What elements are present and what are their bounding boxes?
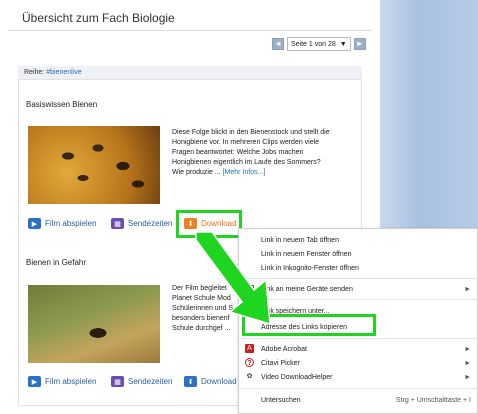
description-tail: Wie produzie ... [172, 169, 221, 176]
calendar-icon: ▦ [111, 218, 124, 229]
menu-item-label: Adobe Acrobat [261, 345, 307, 353]
page-select[interactable]: Seite 1 von 28 ▼ [287, 37, 351, 51]
menu-item-adobe-acrobat[interactable]: A Adobe Acrobat ► [239, 342, 477, 356]
download-label: Download [201, 377, 237, 386]
download-button[interactable]: ⬇ Download [184, 376, 237, 387]
episode-thumbnail[interactable] [28, 285, 160, 363]
submenu-arrow-icon: ► [464, 373, 471, 381]
calendar-icon: ▦ [111, 376, 124, 387]
chevron-right-icon[interactable]: ► [353, 38, 366, 50]
episode-title: Bienen in Gefahr [26, 258, 87, 267]
episode-thumbnail[interactable] [28, 126, 160, 204]
series-label: Reihe: [24, 69, 45, 76]
submenu-arrow-icon: ► [464, 359, 471, 367]
submenu-arrow-icon: ► [464, 345, 471, 353]
page-select-value: Seite 1 von 28 [291, 40, 336, 48]
page-title: Übersicht zum Fach Biologie [22, 11, 175, 25]
more-info-link[interactable]: [Mehr Infos...] [223, 169, 266, 176]
menu-item-label: Untersuchen [261, 396, 301, 404]
episode-description: Diese Folge blickt in den Bienenstock un… [172, 128, 330, 178]
menu-item-inspect[interactable]: Untersuchen Strg + Umschalttaste + I [239, 393, 477, 407]
play-icon: ▶ [28, 218, 41, 229]
series-bar: Reihe: #bienenlive [18, 66, 362, 80]
chevron-left-icon[interactable]: ◄ [272, 38, 284, 50]
series-tag-link[interactable]: #bienenlive [46, 69, 81, 76]
menu-item-citavi[interactable]: ? Citavi Picker ► [239, 356, 477, 370]
schedule-label: Sendezeiten [128, 377, 173, 386]
description-line: Honigbiene vor. In mehreren Clips werden… [172, 139, 320, 146]
play-film-label: Film abspielen [45, 377, 97, 386]
chevron-down-icon: ▼ [339, 40, 347, 48]
description-line: Wie produzie ... [Mehr Infos...] [172, 168, 330, 178]
shortcut-label: Strg + Umschalttaste + I [395, 396, 471, 404]
schedule-button[interactable]: ▦ Sendezeiten [111, 218, 172, 229]
schedule-label: Sendezeiten [128, 219, 173, 228]
episode-title: Basiswissen Bienen [26, 100, 98, 109]
menu-item-label: Video DownloadHelper [261, 373, 333, 381]
menu-separator [239, 338, 477, 339]
description-line: Fragen beantwortet: Welche Jobs machen [172, 149, 304, 156]
citavi-icon: ? [245, 358, 254, 367]
green-arrow-icon [195, 232, 271, 326]
play-film-button[interactable]: ▶ Film abspielen [28, 218, 97, 229]
title-divider [8, 30, 372, 31]
schedule-button[interactable]: ▦ Sendezeiten [111, 376, 172, 387]
menu-separator [239, 388, 477, 389]
pager: ◄ Seite 1 von 28 ▼ ► [272, 37, 366, 51]
play-icon: ▶ [28, 376, 41, 387]
video-downloadhelper-icon: ✿ [246, 373, 253, 380]
play-film-button[interactable]: ▶ Film abspielen [28, 376, 97, 387]
menu-item-video-downloadhelper[interactable]: ✿ Video DownloadHelper ► [239, 370, 477, 384]
menu-item-label: Citavi Picker [261, 359, 300, 367]
submenu-arrow-icon: ► [464, 285, 471, 293]
description-line: Honigbienen eigentlich im Laufe des Somm… [172, 159, 321, 166]
acrobat-icon: A [245, 344, 254, 353]
download-icon: ⬇ [184, 376, 197, 387]
description-line: Diese Folge blickt in den Bienenstock un… [172, 129, 330, 136]
play-film-label: Film abspielen [45, 219, 97, 228]
